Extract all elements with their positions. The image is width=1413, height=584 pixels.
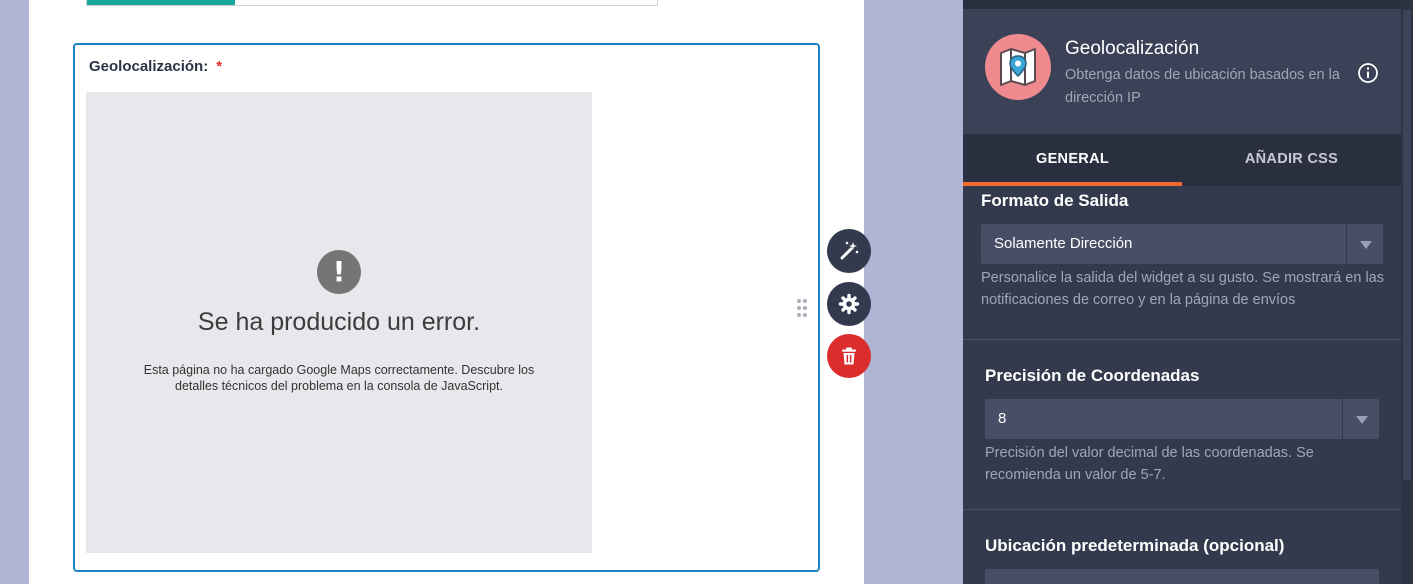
trash-icon <box>842 347 856 365</box>
chevron-down-icon <box>1346 224 1383 264</box>
panel-top-strip <box>963 0 1401 9</box>
default-location-label: Ubicación predeterminada (opcional) <box>985 536 1285 555</box>
chevron-down-icon <box>1342 399 1379 439</box>
gear-icon <box>838 293 860 315</box>
precision-label: Precisión de Coordenadas <box>985 366 1200 385</box>
section-divider <box>963 509 1401 510</box>
tab-add-css[interactable]: AÑADIR CSS <box>1182 134 1401 186</box>
field-settings-button[interactable] <box>827 282 871 326</box>
panel-tabs: GENERAL AÑADIR CSS <box>963 134 1401 186</box>
map-error-title: Se ha producido un error. <box>197 308 481 336</box>
section-divider <box>963 339 1401 340</box>
output-format-select[interactable]: Solamente Dirección <box>981 224 1383 264</box>
delete-field-button[interactable] <box>827 334 871 378</box>
progress-bar <box>86 0 658 6</box>
magic-wand-icon <box>840 241 859 260</box>
output-format-label: Formato de Salida <box>981 191 1129 210</box>
map-pin-icon <box>985 34 1051 100</box>
wizard-button[interactable] <box>827 229 871 273</box>
map-error-description: Esta página no ha cargado Google Maps co… <box>143 363 535 393</box>
output-format-value: Solamente Dirección <box>994 235 1133 252</box>
required-asterisk: * <box>216 58 223 75</box>
output-format-help: Personalice la salida del widget a su gu… <box>981 270 1384 308</box>
widget-title: Geolocalización <box>1065 38 1200 59</box>
info-icon[interactable] <box>1357 62 1379 84</box>
field-label-row: Geolocalización: * <box>89 58 222 75</box>
error-icon: ! <box>317 250 361 294</box>
precision-value: 8 <box>998 410 1007 427</box>
panel-scrollbar-thumb[interactable] <box>1403 10 1411 480</box>
drag-handle-icon[interactable] <box>796 298 808 318</box>
default-location-input[interactable] <box>985 569 1379 584</box>
field-label: Geolocalización: <box>89 58 209 75</box>
progress-bar-fill <box>87 0 236 5</box>
widget-description: Obtenga datos de ubicación basados en la… <box>1065 67 1340 106</box>
tab-general[interactable]: GENERAL <box>963 134 1182 186</box>
precision-select[interactable]: 8 <box>985 399 1379 439</box>
precision-help: Precisión del valor decimal de las coord… <box>985 445 1314 483</box>
